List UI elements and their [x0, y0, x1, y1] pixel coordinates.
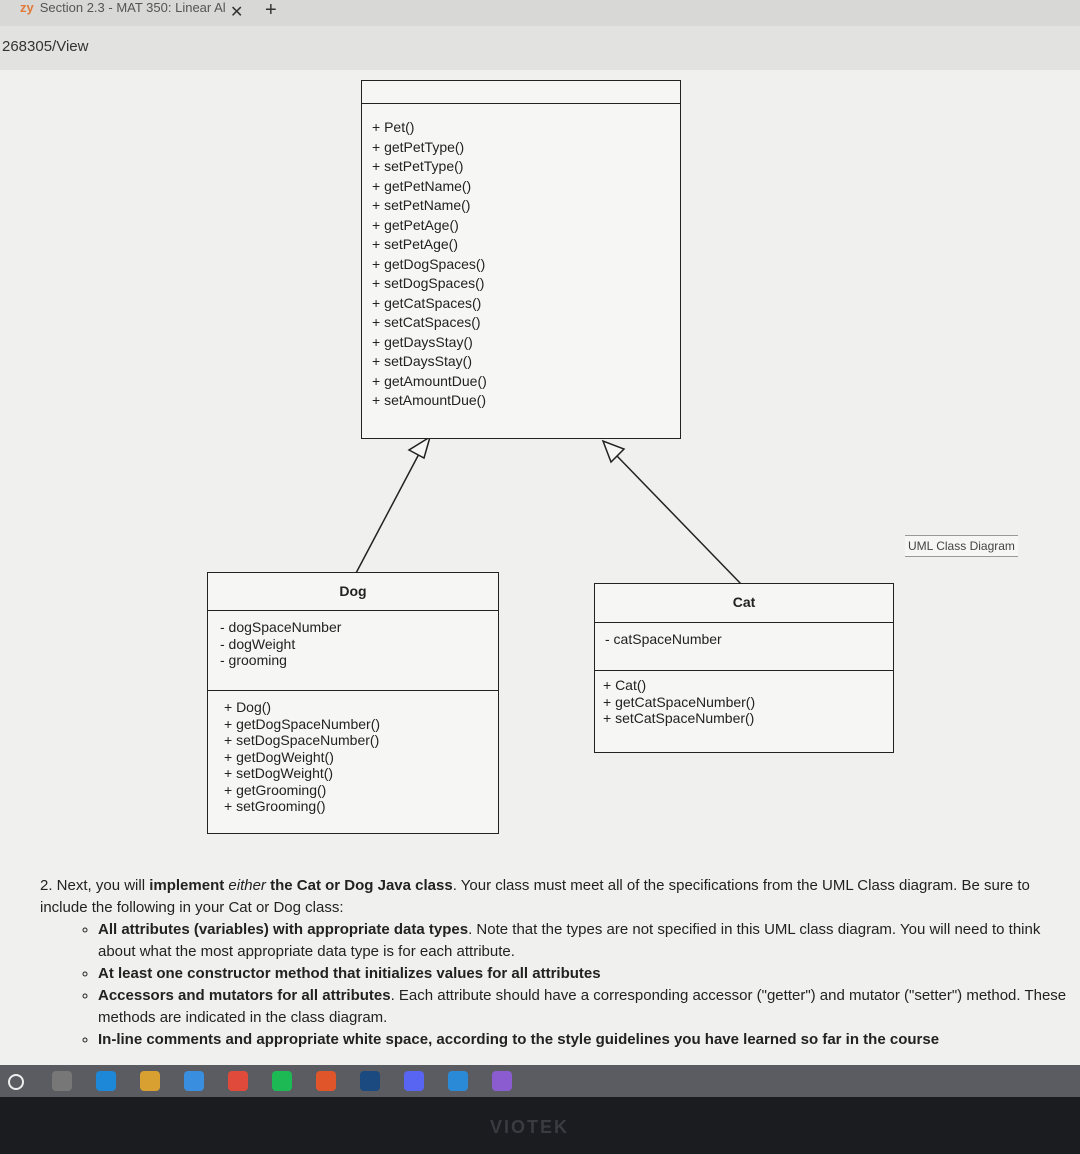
dog-methods: + Dog() + getDogSpaceNumber() + setDogSpac…	[208, 691, 498, 815]
instructions: 2. Next, you will implement either the C…	[40, 875, 1070, 1051]
pet-method-item: + getPetName()	[372, 177, 472, 194]
dog-method-item: + setDogWeight()	[224, 765, 334, 781]
pet-method-item: + getAmountDue()	[372, 372, 487, 389]
cat-method-item: + setCatSpaceNumber()	[603, 710, 755, 726]
cat-class-box: Cat - catSpaceNumber + Cat() + getCatSpac…	[594, 583, 894, 753]
cat-attr-item: - catSpaceNumber	[605, 631, 722, 647]
pet-method-item: + setPetAge()	[372, 236, 458, 252]
dog-method-item: + getDogWeight()	[224, 748, 334, 765]
list-item: Accessors and mutators for all attribute…	[98, 985, 1070, 1029]
search-icon[interactable]	[8, 1074, 24, 1090]
dog-attr-item: - grooming	[220, 652, 287, 668]
text-em: either	[228, 877, 266, 894]
item-bold: All attributes (variables) with appropri…	[98, 921, 469, 938]
list-item: At least one constructor method that ini…	[98, 963, 1070, 985]
pet-method-item: + getCatSpaces()	[372, 294, 482, 311]
chrome-icon[interactable]	[228, 1071, 248, 1091]
file-explorer-icon[interactable]	[140, 1071, 160, 1091]
visual-studio-icon[interactable]	[492, 1071, 512, 1091]
pet-method-item: + setAmountDue()	[372, 392, 486, 408]
dog-attr-item: - dogWeight	[220, 635, 296, 652]
pet-method-item: + setDogSpaces()	[372, 275, 485, 291]
dog-method-item: + Dog()	[224, 699, 272, 715]
pet-method-item: + getDogSpaces()	[372, 255, 486, 272]
item-bold: In-line comments and appropriate white s…	[98, 1031, 940, 1048]
cat-attributes: - catSpaceNumber	[595, 623, 893, 671]
cat-class-name: Cat	[595, 584, 893, 623]
dog-class-box: Dog - dogSpaceNumber - dogWeight - groomin…	[207, 572, 499, 834]
edge-icon[interactable]	[96, 1071, 116, 1091]
cat-method-item: + getCatSpaceNumber()	[603, 693, 756, 710]
vscode-icon[interactable]	[448, 1071, 468, 1091]
pet-method-item: + setCatSpaces()	[372, 314, 481, 330]
cat-methods: + Cat() + getCatSpaceNumber() + setCatSpac…	[595, 671, 893, 727]
monitor-brand-logo: VIOTEK	[490, 1117, 570, 1137]
requirements-list: All attributes (variables) with appropri…	[40, 919, 1070, 1051]
item-bold: Accessors and mutators for all attribute…	[98, 987, 391, 1004]
dog-attr-item: - dogSpaceNumber	[220, 619, 342, 635]
dog-inheritance-line	[354, 451, 421, 576]
dog-method-item: + getGrooming()	[224, 781, 327, 798]
cat-inheritance-arrowhead	[601, 439, 626, 464]
diagram-caption: UML Class Diagram	[905, 535, 1018, 557]
mail-icon[interactable]	[184, 1071, 204, 1091]
spotify-icon[interactable]	[272, 1071, 292, 1091]
steam-icon[interactable]	[360, 1071, 380, 1091]
instruction-paragraph: 2. Next, you will implement either the C…	[40, 875, 1070, 919]
text-bold: implement	[149, 877, 229, 894]
cat-inheritance-line	[616, 455, 743, 586]
dog-inheritance-arrowhead	[407, 435, 432, 460]
text-bold: the Cat or Dog Java class	[265, 877, 453, 894]
discord-icon[interactable]	[404, 1071, 424, 1091]
item-bold: At least one constructor method that ini…	[98, 965, 601, 982]
pet-method-item: + setPetType()	[372, 158, 464, 174]
dog-method-item: + getDogSpaceNumber()	[224, 715, 381, 732]
office-icon[interactable]	[316, 1071, 336, 1091]
list-item: In-line comments and appropriate white s…	[98, 1029, 1070, 1051]
pet-method-item: + setDaysStay()	[372, 353, 472, 369]
pet-method-item: + getPetAge()	[372, 216, 459, 233]
list-item: All attributes (variables) with appropri…	[98, 919, 1070, 963]
dog-method-item: + setGrooming()	[224, 798, 326, 814]
pet-method-item: + getPetType()	[372, 138, 465, 155]
pet-methods: + Pet() + getPetType() + setPetType() + get…	[362, 104, 680, 411]
task-view-icon[interactable]	[52, 1071, 72, 1091]
text: 2. Next, you will	[40, 877, 150, 894]
dog-attributes: - dogSpaceNumber - dogWeight - grooming	[208, 611, 498, 691]
dog-method-item: + setDogSpaceNumber()	[224, 732, 380, 748]
taskbar	[0, 1065, 1080, 1097]
cat-method-item: + Cat()	[603, 677, 647, 693]
pet-method-item: + setPetName()	[372, 197, 471, 213]
pet-method-item: + Pet()	[372, 119, 415, 135]
monitor-bezel: VIOTEK	[0, 1097, 1080, 1154]
pet-method-item: + getDaysStay()	[372, 333, 473, 350]
dog-class-name: Dog	[208, 573, 498, 611]
pet-class-box: + Pet() + getPetType() + setPetType() + get…	[361, 80, 681, 439]
pet-class-header	[362, 81, 680, 104]
